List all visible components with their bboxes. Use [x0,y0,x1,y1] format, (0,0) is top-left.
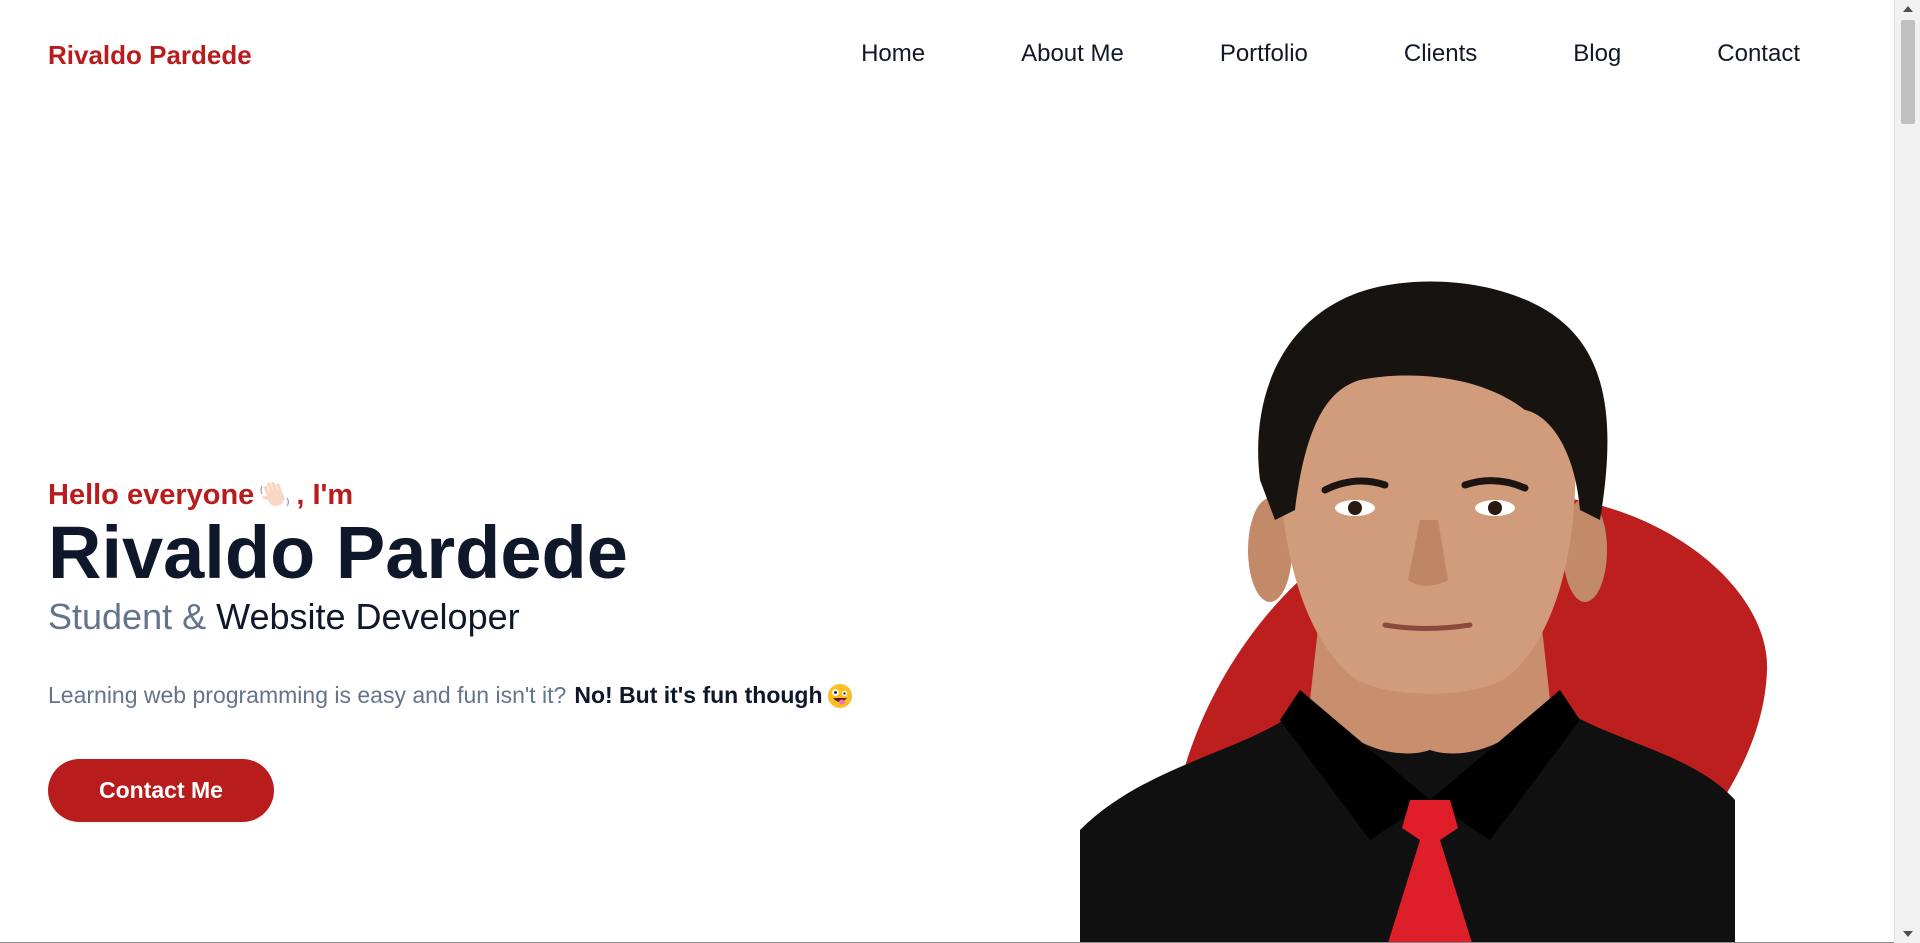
nav-link-contact[interactable]: Contact [1717,40,1800,68]
scrollbar-thumb[interactable] [1901,20,1915,124]
role-title: Website Developer [216,596,520,637]
main-nav: Home About Me Portfolio Clients Blog Con… [861,40,1800,68]
hero-greeting: Hello everyone , I'm [48,478,1048,512]
contact-me-button[interactable]: Contact Me [48,759,274,822]
nav-link-blog[interactable]: Blog [1573,40,1621,68]
nav-link-about[interactable]: About Me [1021,40,1124,68]
scroll-up-icon[interactable] [1903,6,1913,12]
nav-link-clients[interactable]: Clients [1404,40,1477,68]
hero-tagline: Learning web programming is easy and fun… [48,682,1048,709]
navbar: Rivaldo Pardede Home About Me Portfolio … [0,0,1894,110]
tagline-text: Learning web programming is easy and fun… [48,682,567,708]
nav-link-portfolio[interactable]: Portfolio [1220,40,1308,68]
waving-hand-icon [258,478,292,512]
zany-face-icon [827,683,853,709]
profile-portrait [1080,280,1800,943]
brand-logo[interactable]: Rivaldo Pardede [48,40,252,71]
greeting-text: Hello everyone [48,478,255,511]
greeting-suffix: , I'm [296,478,354,511]
page: Rivaldo Pardede Home About Me Portfolio … [0,0,1894,943]
vertical-scrollbar[interactable] [1894,0,1920,943]
hero-role: Student & Website Developer [48,596,1048,638]
scroll-down-icon[interactable] [1903,931,1913,937]
nav-link-home[interactable]: Home [861,40,925,68]
role-prefix: Student & [48,596,217,637]
hero-name: Rivaldo Pardede [48,511,628,594]
tagline-bold: No! But it's fun though [574,682,823,708]
hero-section: Hello everyone , I'm Rivaldo Pardede Stu… [48,478,1048,822]
